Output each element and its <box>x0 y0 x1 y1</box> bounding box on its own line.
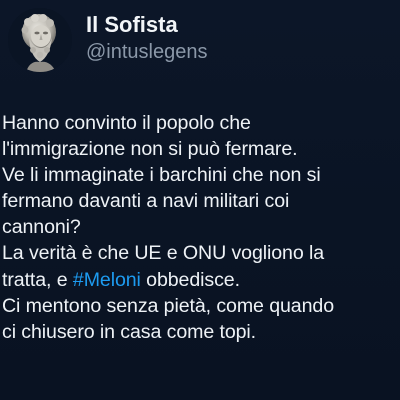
hashtag-link[interactable]: #Meloni <box>73 269 141 291</box>
tweet-line: Ve li immaginate i barchini che non si <box>2 164 321 187</box>
avatar[interactable] <box>8 8 72 72</box>
tweet-text-after-hashtag: obbedisce. <box>140 268 240 291</box>
tweet-text-before-hashtag: tratta, e <box>2 268 73 291</box>
tweet-line: fermano davanti a navi militari coi <box>2 190 290 213</box>
user-handle[interactable]: @intuslegens <box>86 40 207 64</box>
tweet-line: ci chiusero in casa come topi. <box>2 320 257 343</box>
display-name[interactable]: Il Sofista <box>86 12 178 38</box>
tweet-line: Hanno convinto il popolo che <box>2 112 251 134</box>
tweet-card: Il Sofista @intuslegens Hanno convinto i… <box>0 0 400 400</box>
tweet-line: La verità è che UE e ONU vogliono la <box>2 242 325 265</box>
tweet-line: cannoni? <box>2 216 81 239</box>
tweet-line-with-hashtag: tratta, e #Meloni obbedisce. <box>2 267 398 293</box>
tweet-line: Ci mentono senza pietà, come quando <box>2 294 334 317</box>
tweet-line: l'immigrazione non si può fermare. <box>2 138 298 161</box>
tweet-text: Hanno convinto il popolo che l'immigrazi… <box>2 110 398 345</box>
philosopher-bust-icon <box>8 8 72 72</box>
